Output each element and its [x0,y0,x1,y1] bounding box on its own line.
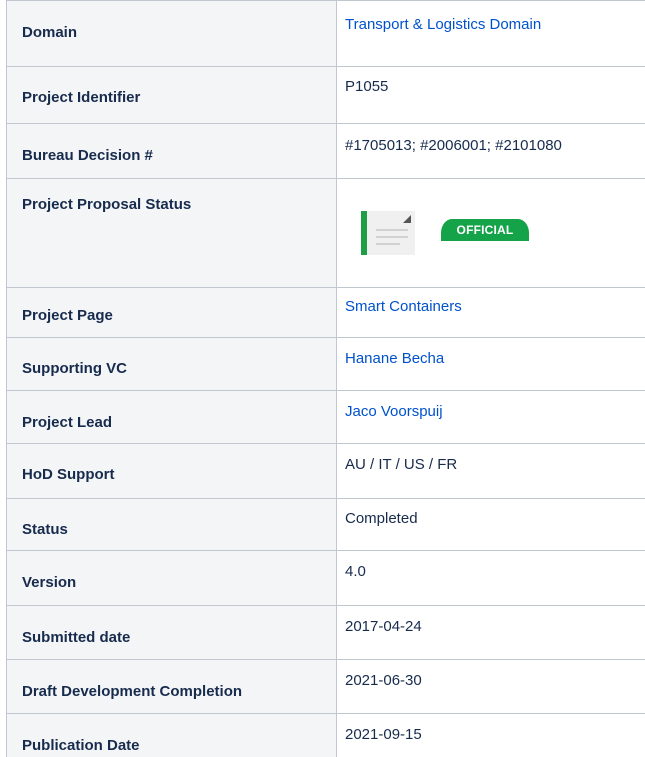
row-label: HoD Support [6,443,337,499]
domain-link[interactable]: Transport & Logistics Domain [345,16,541,33]
row-value: Jaco Voorspuij [336,390,645,444]
row-label: Status [6,498,337,551]
table-row-proposal-status: Project Proposal Status OFFICIAL [6,178,645,288]
table-row-draft-completion: Draft Development Completion 2021-06-30 [6,659,645,714]
table-row-publication-date: Publication Date 2021-09-15 [6,713,645,757]
table-row-submitted-date: Submitted date 2017-04-24 [6,605,645,660]
document-accent-bar [361,211,367,255]
row-value: Completed [336,498,645,551]
document-line [376,229,408,231]
row-value: 2021-09-15 [336,713,645,757]
row-value: P1055 [336,66,645,124]
status-badge: OFFICIAL [441,219,529,241]
row-value: 2017-04-24 [336,605,645,660]
document-thumbnail-icon[interactable] [361,211,415,255]
table-row-hod-support: HoD Support AU / IT / US / FR [6,443,645,499]
table-row-status: Status Completed [6,498,645,551]
row-label: Bureau Decision # [6,123,337,179]
row-label: Draft Development Completion [6,659,337,714]
table-row-project-lead: Project Lead Jaco Voorspuij [6,390,645,444]
document-line [376,243,400,245]
row-value: Smart Containers [336,287,645,338]
row-label: Domain [6,0,337,67]
document-line [376,236,408,238]
table-row-project-page: Project Page Smart Containers [6,287,645,338]
project-properties-table: Domain Transport & Logistics Domain Proj… [6,0,645,757]
project-page-link[interactable]: Smart Containers [345,298,462,315]
row-value: OFFICIAL [336,178,645,288]
row-label: Submitted date [6,605,337,660]
row-value: 2021-06-30 [336,659,645,714]
project-properties-panel: Domain Transport & Logistics Domain Proj… [6,0,645,757]
row-value: AU / IT / US / FR [336,443,645,499]
row-label: Supporting VC [6,337,337,391]
document-corner [403,215,411,223]
row-value: Transport & Logistics Domain [336,0,645,67]
row-label: Project Identifier [6,66,337,124]
row-label: Project Proposal Status [6,178,337,288]
table-row-supporting-vc: Supporting VC Hanane Becha [6,337,645,391]
table-row-project-identifier: Project Identifier P1055 [6,66,645,124]
row-label: Publication Date [6,713,337,757]
row-value: #1705013; #2006001; #2101080 [336,123,645,179]
table-row-version: Version 4.0 [6,550,645,606]
row-value: 4.0 [336,550,645,606]
row-label: Project Lead [6,390,337,444]
table-row-domain: Domain Transport & Logistics Domain [6,0,645,67]
row-label: Project Page [6,287,337,338]
supporting-vc-link[interactable]: Hanane Becha [345,350,444,367]
project-lead-link[interactable]: Jaco Voorspuij [345,403,443,420]
table-row-bureau-decision: Bureau Decision # #1705013; #2006001; #2… [6,123,645,179]
row-value: Hanane Becha [336,337,645,391]
row-label: Version [6,550,337,606]
